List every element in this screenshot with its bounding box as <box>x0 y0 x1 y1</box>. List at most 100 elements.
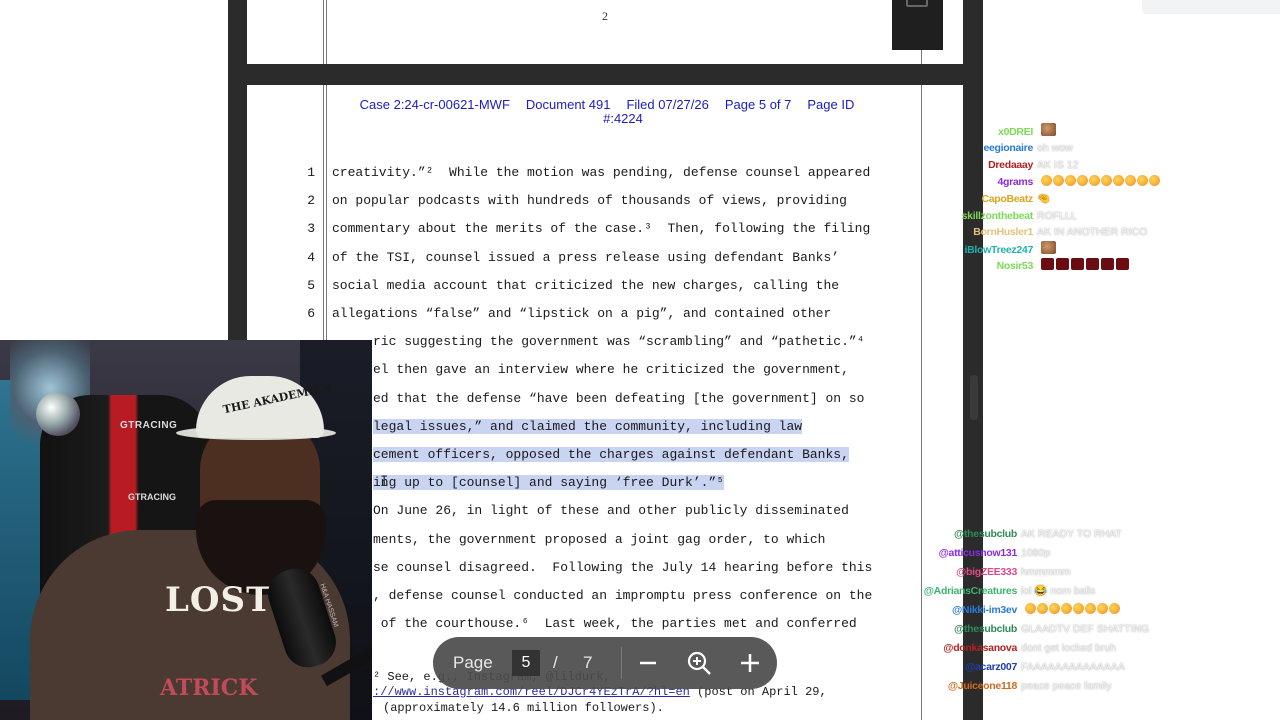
chat-username[interactable]: Nosir53 <box>997 260 1034 272</box>
line-number: 6 <box>307 306 315 321</box>
plus-icon <box>741 654 759 672</box>
line-number: 3 <box>307 221 315 237</box>
chat-message-text: oh wow <box>1037 141 1073 154</box>
document-line: 2 on popular podcasts with hundreds of th… <box>247 193 963 215</box>
line-number: 4 <box>307 249 315 265</box>
emote-icon <box>1056 258 1069 271</box>
line-text: el then gave an interview where he criti… <box>373 362 849 378</box>
line-text: allegations “false” and “lipstick on a p… <box>332 306 832 321</box>
chat-message: 4grams <box>997 174 1161 191</box>
emote-icon <box>1101 258 1114 271</box>
emote-icon <box>1097 603 1108 614</box>
line-text: ments, the government proposed a joint g… <box>373 531 826 547</box>
zoom-out-button[interactable] <box>634 649 662 677</box>
fullscreen-icon[interactable] <box>906 0 928 7</box>
line-text: se counsel disagreed. Following the July… <box>373 559 873 575</box>
line-text: of the courthouse.⁶ Last week, the parti… <box>373 616 857 632</box>
page-separator: / <box>553 653 558 672</box>
document-line: 6 allegations “false” and “lipstick on a … <box>247 306 963 328</box>
text-cursor-icon: I <box>380 474 389 490</box>
webcam-overlay: GTRACING GTRACING THE AKADEMIKS LOST ATR… <box>0 340 372 720</box>
shirt-graphic-text: LOST <box>165 580 273 620</box>
page-label: Page <box>453 653 493 672</box>
emote-icon <box>1113 174 1124 186</box>
chat-emotes <box>1041 258 1131 272</box>
case-number: Case 2:24-cr-00621-MWF <box>359 97 510 112</box>
court-header-stamp: Case 2:24-cr-00621-MWF Document 491 Filed … <box>337 98 877 126</box>
emote-icon <box>1149 174 1160 186</box>
chat-message: @acarz007 FAAAAAAAAAAAAAA <box>965 659 1125 676</box>
chat-message-text: 🤏 <box>1037 192 1051 205</box>
chat-username[interactable]: CapoBeatz <box>981 193 1033 205</box>
chat-username[interactable]: x0DREI <box>998 126 1033 138</box>
chat-message: x0DREI <box>998 123 1057 140</box>
page-id-label: Page ID <box>807 97 855 112</box>
emote-icon <box>1101 174 1112 186</box>
emote-icon <box>1053 174 1064 186</box>
chat-message-text: AK IS 12 <box>1037 158 1079 171</box>
chat-username[interactable]: Dredaaay <box>988 159 1033 171</box>
viewer-corner-control[interactable] <box>892 0 943 50</box>
chat-message: CapoBeatz 🤏 <box>981 191 1050 208</box>
chat-emotes <box>1041 123 1057 138</box>
chat-username[interactable]: 4grams <box>997 176 1033 188</box>
chat-message-text: lol 😂 nom balls <box>1021 585 1096 597</box>
emote-icon <box>1061 603 1072 614</box>
line-text: commentary about the merits of the case.… <box>332 221 871 237</box>
line-text: creativity.”² While the motion was pendi… <box>332 165 871 180</box>
line-number: 1 <box>307 165 315 180</box>
chair-brand-text: GTRACING <box>128 492 176 502</box>
document-line: 1 creativity.”² While the motion was pend… <box>247 165 963 187</box>
disco-ball <box>36 392 80 436</box>
chair-brand-text: GTRACING <box>120 420 178 431</box>
chat-username[interactable]: eegionaire <box>983 142 1033 154</box>
emote-icon <box>1109 603 1120 614</box>
emote-icon <box>1025 603 1036 614</box>
zoom-in-button[interactable] <box>736 649 764 677</box>
emote-icon <box>1125 174 1136 186</box>
emote-icon <box>1089 174 1100 186</box>
document-line: 3 commentary about the merits of the case… <box>247 221 963 243</box>
current-page-input[interactable]: 5 <box>512 650 540 676</box>
line-number: 5 <box>307 277 315 293</box>
document-number: Document 491 <box>525 97 611 112</box>
emote-icon <box>1071 258 1084 271</box>
chat-emotes <box>1041 241 1057 256</box>
chat-emotes <box>1041 174 1161 188</box>
document-line: 5 social media account that criticized th… <box>247 278 963 300</box>
chat-message: Dredaaay AK IS 12 <box>988 157 1078 174</box>
chat-message-text: AK IN ANOTHER RICO <box>1037 226 1148 239</box>
line-text: social media account that criticized the… <box>332 277 840 293</box>
magnifier-icon <box>687 651 711 675</box>
footnote-line: (approximately 14.6 million followers). <box>383 701 664 715</box>
emote-icon <box>1037 603 1048 614</box>
browser-corner-bar <box>1142 0 1280 14</box>
emote-icon <box>1041 123 1056 136</box>
toolbar-divider <box>621 647 622 679</box>
page-id-number: #:4224 <box>603 111 643 126</box>
line-text: , defense counsel conducted an impromptu… <box>373 588 873 603</box>
emote-icon <box>1041 258 1054 271</box>
emote-icon <box>1116 258 1129 271</box>
line-text: of the TSI, counsel issued a press relea… <box>332 249 840 265</box>
chat-message-text: ROFLLL <box>1037 209 1077 222</box>
viewer-scrollbar[interactable] <box>970 375 978 420</box>
shirt-graphic-text: ATRICK <box>160 675 258 701</box>
chat-message-text: GLAADTV DEF SHATTING <box>1021 623 1150 635</box>
chat-message-text: 1080p <box>1021 547 1051 559</box>
zoom-fit-button[interactable] <box>685 649 713 677</box>
emote-icon <box>1041 174 1052 186</box>
document-line: 4 of the TSI, counsel issued a press rele… <box>247 250 963 272</box>
line-text: ed that the defense “have been defeating… <box>373 390 865 406</box>
filed-date: Filed 07/27/26 <box>626 97 709 112</box>
emote-icon <box>1041 241 1056 255</box>
emote-icon <box>1077 174 1088 186</box>
emote-icon <box>1137 174 1148 186</box>
emote-icon <box>1073 603 1084 614</box>
previous-page-number: 2 <box>602 9 608 23</box>
chat-message: eegionaire oh wow <box>983 140 1072 157</box>
emote-icon <box>1086 258 1099 271</box>
minus-icon <box>640 661 656 665</box>
line-text: legal issues,” and claimed the community… <box>373 418 803 434</box>
chat-message-text: FAAAAAAAAAAAAAA <box>1021 661 1125 673</box>
